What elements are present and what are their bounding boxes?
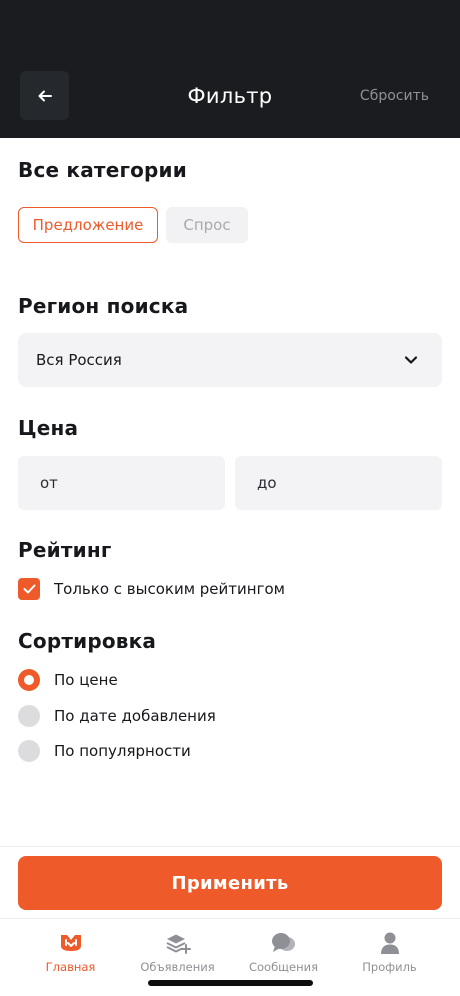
categories-title: Все категории (18, 158, 187, 182)
home-indicator (148, 980, 313, 986)
divider (0, 846, 460, 847)
messages-icon (271, 933, 295, 952)
ads-stack-icon (166, 934, 191, 954)
tab-ads-label: Объявления (140, 960, 215, 974)
sort-radio-price[interactable] (18, 669, 40, 691)
sort-label-price[interactable]: По цене (54, 671, 118, 689)
region-select[interactable]: Вся Россия (18, 333, 442, 387)
tab-messages-label: Сообщения (248, 960, 318, 974)
tab-ads[interactable]: Объявления (120, 930, 235, 980)
header-bar: Фильтр Сбросить (0, 0, 460, 138)
region-value: Вся Россия (36, 351, 122, 369)
sort-radio-date[interactable] (18, 705, 40, 727)
chevron-down-icon (404, 356, 418, 364)
high-rating-checkbox[interactable] (18, 578, 40, 600)
region-title: Регион поиска (18, 294, 189, 318)
tab-messages[interactable]: Сообщения (226, 930, 341, 980)
sort-title: Сортировка (18, 629, 157, 653)
reset-button[interactable]: Сбросить (360, 88, 429, 104)
chip-demand[interactable]: Спрос (166, 207, 248, 243)
tab-home[interactable]: Главная (13, 930, 128, 980)
sort-label-popularity[interactable]: По популярности (54, 742, 191, 760)
home-logo-icon (60, 935, 81, 951)
tab-profile-label: Профиль (362, 960, 417, 974)
tab-home-label: Главная (45, 960, 96, 974)
sort-radio-popularity[interactable] (18, 740, 40, 762)
price-title: Цена (18, 416, 79, 440)
checkmark-icon (23, 584, 35, 594)
filter-screen: Фильтр Сбросить Все категории Предложени… (0, 0, 460, 996)
price-to-input[interactable] (235, 456, 442, 510)
apply-button[interactable]: Применить (18, 856, 442, 910)
high-rating-label[interactable]: Только с высоким рейтингом (54, 580, 285, 598)
profile-icon (380, 932, 399, 954)
chip-offer[interactable]: Предложение (18, 207, 158, 243)
tab-profile[interactable]: Профиль (332, 930, 447, 980)
tabbar-divider (0, 918, 460, 919)
rating-title: Рейтинг (18, 538, 112, 562)
sort-label-date[interactable]: По дате добавления (54, 707, 216, 725)
price-from-input[interactable] (18, 456, 225, 510)
